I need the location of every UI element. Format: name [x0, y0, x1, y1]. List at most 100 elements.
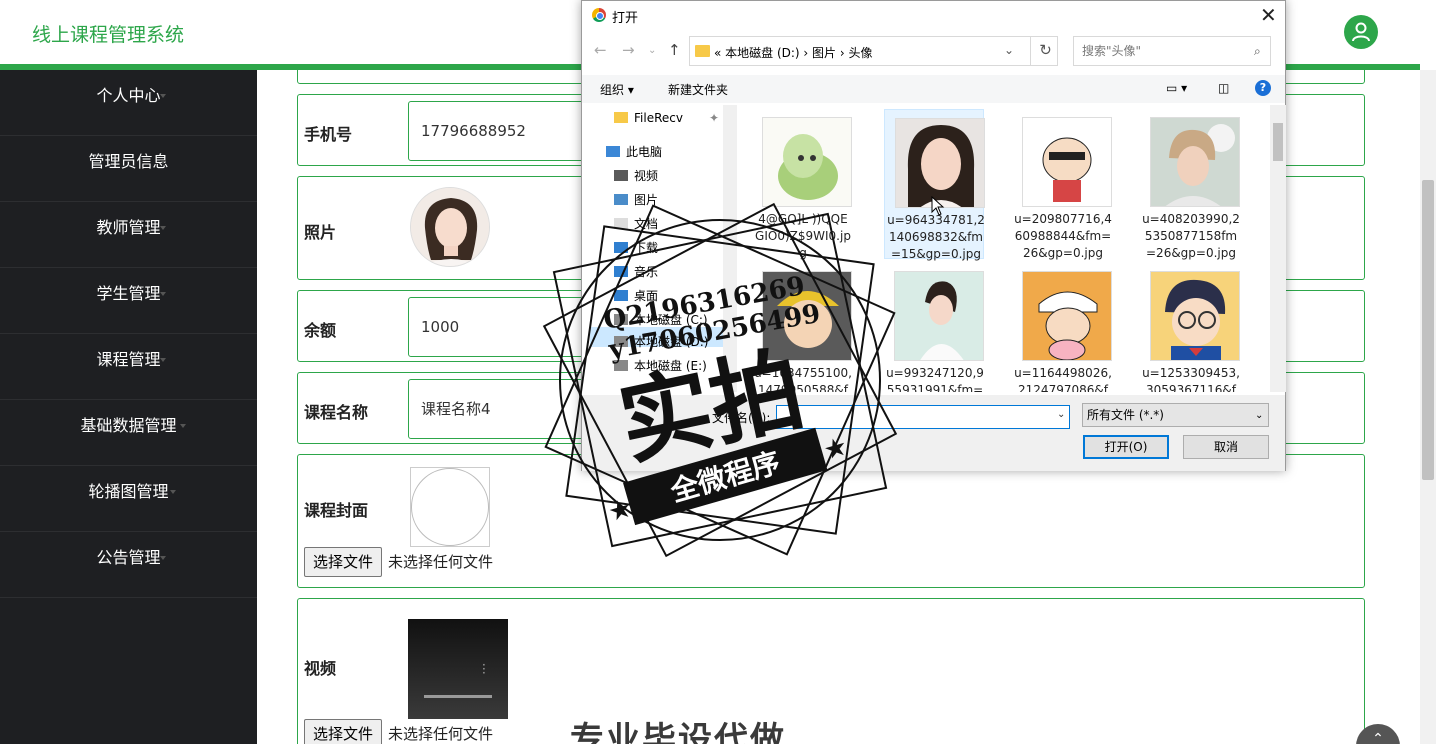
navigation-tree: FileRecv ✦ 此电脑 视频 图片 文档 下载 音乐 桌面 本地磁盘 (C:… [582, 105, 737, 392]
up-arrow-icon[interactable]: ↑ [668, 41, 681, 59]
drive-icon [614, 336, 628, 347]
file-name: 4@GQ]L ))QQEGIO0)Z$9WI0.jpg [755, 212, 851, 260]
tree-scrollbar[interactable] [723, 105, 737, 392]
file-grid-scrollbar-thumb[interactable] [1273, 123, 1283, 161]
tree-item-filerecv[interactable]: FileRecv ✦ [614, 111, 719, 125]
file-tile[interactable]: 4@GQ]L ))QQEGIO0)Z$9WI0.jpg [752, 109, 852, 260]
more-options-icon[interactable]: · · · [482, 659, 486, 679]
tree-item-desktop[interactable]: 桌面 [614, 287, 658, 304]
form-row-video: 视频 · · · 选择文件 未选择任何文件 [297, 598, 1365, 744]
pictures-folder-icon [614, 194, 628, 205]
file-thumbnail [1022, 117, 1112, 207]
file-thumbnail [894, 271, 984, 361]
new-folder-button[interactable]: 新建文件夹 [668, 81, 728, 98]
file-name: u=1253309453,3059367116&f [1142, 366, 1240, 392]
file-tile-selected[interactable]: u=964334781,2140698832&fm=15&gp=0.jpg [884, 109, 985, 261]
file-tile[interactable]: u=408203990,25350877158fm=26&gp=0.jpg [1140, 109, 1240, 260]
close-icon[interactable]: ✕ [1260, 3, 1277, 27]
cover-choose-file-button[interactable]: 选择文件 [304, 547, 383, 577]
video-seek-bar[interactable] [424, 695, 492, 698]
cartoon-boy-image [1023, 118, 1111, 206]
file-tile[interactable]: u=1034755100,1479950588&fm [752, 263, 852, 392]
file-thumbnail [762, 117, 852, 207]
file-type-value: 所有文件 (*.*) [1087, 408, 1164, 422]
desktop-icon [614, 290, 628, 301]
cartoon-boy-image [1023, 272, 1111, 360]
sidebar-item-courses[interactable]: 课程管理 [0, 334, 257, 400]
video-player[interactable]: · · · [408, 619, 508, 719]
recent-dropdown-icon[interactable]: ⌄ [648, 45, 656, 56]
back-arrow-icon[interactable]: ← [594, 41, 607, 59]
chevron-down-icon [160, 94, 166, 98]
sidebar-item-base-data[interactable]: 基础数据管理 [0, 400, 257, 466]
portrait-image [895, 272, 983, 360]
sidebar-item-carousel[interactable]: 轮播图管理 [0, 466, 257, 532]
tree-item-label: 本地磁盘 (E:) [634, 359, 707, 373]
tree-item-label: 文档 [634, 217, 659, 231]
tree-item-videos[interactable]: 视频 [614, 167, 658, 184]
preview-pane-icon[interactable]: ◫ [1218, 81, 1229, 95]
file-tile[interactable]: u=993247120,955931991&fm= [884, 263, 984, 392]
help-icon[interactable]: ? [1255, 80, 1271, 96]
sidebar-item-profile[interactable]: 个人中心 [0, 70, 257, 136]
search-input[interactable]: 搜索"头像" ⌕ [1073, 36, 1271, 66]
file-type-select[interactable]: 所有文件 (*.*) ⌄ [1082, 403, 1269, 427]
chevron-down-icon [160, 556, 166, 560]
chevron-down-icon[interactable]: ⌄ [1004, 43, 1014, 57]
open-button[interactable]: 打开(O) [1083, 435, 1169, 459]
user-icon [1352, 22, 1370, 42]
mouse-cursor-icon [931, 196, 945, 216]
file-grid: 4@GQ]L ))QQEGIO0)Z$9WI0.jpg u=964334781,… [742, 105, 1268, 392]
pin-icon: ✦ [708, 111, 720, 125]
address-bar[interactable]: « 本地磁盘 (D:) › 图片 › 头像 ⌄ [689, 36, 1058, 66]
chrome-icon [592, 8, 606, 22]
tree-item-music[interactable]: 音乐 [614, 263, 658, 280]
sidebar-item-teachers[interactable]: 教师管理 [0, 202, 257, 268]
filename-input[interactable]: ⌄ [776, 405, 1070, 429]
sidebar-item-students[interactable]: 学生管理 [0, 268, 257, 334]
video-choose-file-button[interactable]: 选择文件 [304, 719, 383, 744]
tree-item-pictures[interactable]: 图片 [614, 191, 658, 208]
refresh-icon[interactable]: ↻ [1030, 36, 1060, 66]
video-file-status: 未选择任何文件 [388, 725, 494, 743]
file-tile[interactable]: u=1253309453,3059367116&f [1140, 263, 1240, 392]
file-grid-scrollbar[interactable] [1270, 105, 1286, 392]
computer-icon [606, 146, 620, 157]
folder-icon [695, 45, 710, 57]
sidebar-item-admin[interactable]: 管理员信息 [0, 136, 257, 202]
tree-item-label: 桌面 [634, 289, 659, 303]
sidebar-item-label: 个人中心 [96, 86, 161, 105]
portrait-image [1151, 118, 1239, 206]
chevron-down-icon [160, 358, 166, 362]
drive-icon [614, 314, 628, 325]
form-row-cover: 课程封面 选择文件 未选择任何文件 [297, 454, 1365, 588]
tree-item-downloads[interactable]: 下载 [614, 239, 658, 256]
view-options-icon[interactable]: ▭ ▾ [1166, 81, 1187, 95]
breadcrumb[interactable]: « 本地磁盘 (D:) › 图片 › 头像 [714, 44, 872, 61]
sidebar-item-label: 轮播图管理 [88, 482, 169, 501]
organize-button[interactable]: 组织 ▾ [600, 81, 634, 98]
file-name: u=1164498026,2124797086&f [1014, 366, 1112, 392]
chevron-down-icon [170, 490, 176, 494]
cover-file-status: 未选择任何文件 [388, 553, 494, 571]
tree-item-disk-e[interactable]: 本地磁盘 (E:) [614, 357, 707, 374]
tree-item-this-pc[interactable]: 此电脑 [606, 143, 662, 160]
tree-item-documents[interactable]: 文档 [614, 215, 658, 232]
chevron-down-icon[interactable]: ⌄ [1057, 409, 1065, 420]
page-scrollbar[interactable] [1420, 70, 1436, 744]
cancel-button[interactable]: 取消 [1183, 435, 1269, 459]
sidebar-item-notices[interactable]: 公告管理 [0, 532, 257, 598]
dialog-nav-bar: ← → ⌄ ↑ « 本地磁盘 (D:) › 图片 › 头像 ⌄ ↻ 搜索"头像"… [582, 33, 1285, 69]
sidebar-item-label: 课程管理 [96, 350, 161, 369]
file-tile[interactable]: u=209807716,460988844&fm=26&gp=0.jpg [1012, 109, 1112, 260]
tree-item-disk-c[interactable]: 本地磁盘 (C:) [614, 311, 708, 328]
file-tile[interactable]: u=1164498026,2124797086&f [1012, 263, 1112, 392]
dialog-title-bar: 打开 ✕ [582, 1, 1285, 31]
tree-item-disk-d[interactable]: 本地磁盘 (D:) [614, 333, 708, 350]
forward-arrow-icon[interactable]: → [622, 41, 635, 59]
page-scrollbar-thumb[interactable] [1422, 180, 1434, 480]
file-name: u=1034755100,1479950588&fm [754, 366, 852, 392]
cabbage-image [763, 118, 851, 206]
user-menu-button[interactable] [1344, 15, 1378, 49]
dialog-title: 打开 [612, 11, 639, 26]
